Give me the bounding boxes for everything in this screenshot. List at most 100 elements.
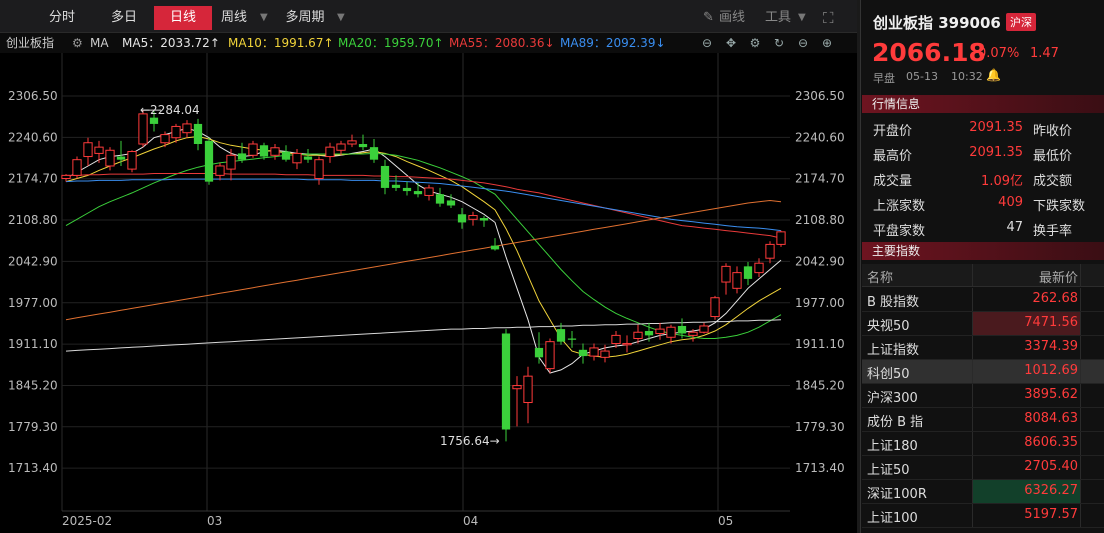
candle-body bbox=[193, 123, 203, 145]
candle-body bbox=[391, 184, 401, 188]
ma5-value: MA5：2033.72↑ bbox=[122, 36, 220, 50]
candle-body bbox=[534, 347, 544, 358]
x-tick-label: 04 bbox=[463, 514, 478, 528]
quote-value: 2091.35 bbox=[969, 120, 1023, 135]
candle-body bbox=[710, 297, 720, 318]
candle-body bbox=[677, 325, 687, 334]
tools-caret-icon[interactable]: ▼ bbox=[798, 6, 806, 30]
index-row[interactable]: 上证100 5197.57 bbox=[862, 504, 1104, 528]
candle-body bbox=[699, 325, 709, 333]
y-tick-label-right: 1779.30 bbox=[795, 420, 845, 434]
quote-value: 2091.35 bbox=[969, 145, 1023, 160]
pencil-icon[interactable]: ✎ bbox=[703, 6, 714, 30]
index-price: 8084.63 bbox=[1024, 411, 1078, 426]
settings-icon[interactable]: ⚙ bbox=[748, 36, 762, 50]
index-row[interactable]: 央视50 7471.56 bbox=[862, 312, 1104, 336]
index-name: 成份 B 指 bbox=[867, 415, 924, 430]
index-title: 创业板指 399006 bbox=[873, 14, 1001, 32]
quote-value: 1.09亿 bbox=[981, 174, 1023, 189]
index-table-header: 名称 最新价 bbox=[862, 264, 1104, 287]
candle-body bbox=[281, 151, 291, 160]
index-row[interactable]: 上证50 2705.40 bbox=[862, 456, 1104, 480]
session-label: 早盘 bbox=[873, 72, 895, 85]
ma10-value: MA10：1991.67↑ bbox=[228, 36, 334, 50]
tab-multi-day[interactable]: 多日 bbox=[96, 6, 152, 30]
quote-time: 10:32 bbox=[951, 70, 983, 83]
candle-body bbox=[171, 125, 181, 139]
candle-body bbox=[765, 243, 775, 259]
index-row[interactable]: 成份 B 指 8084.63 bbox=[862, 408, 1104, 432]
multi-period-caret-icon[interactable]: ▼ bbox=[337, 6, 345, 30]
quote-label: 换手率 bbox=[1033, 224, 1073, 239]
candle-body bbox=[776, 231, 786, 245]
candle-body bbox=[556, 329, 566, 342]
quote-date: 05-13 bbox=[906, 70, 938, 83]
y-tick-label-left: 1713.40 bbox=[8, 461, 58, 475]
candle-body bbox=[204, 140, 214, 182]
main-index-header: 主要指数 bbox=[862, 242, 1104, 260]
y-tick-label-right: 2174.70 bbox=[795, 172, 845, 186]
index-price: 1012.69 bbox=[1024, 363, 1078, 378]
index-row[interactable]: 深证100R 6326.27 bbox=[862, 480, 1104, 504]
ma20-value: MA20：1959.70↑ bbox=[338, 36, 444, 50]
candle-body bbox=[446, 200, 456, 206]
index-row[interactable]: 科创50 1012.69 bbox=[862, 360, 1104, 384]
index-price: 2705.40 bbox=[1024, 459, 1078, 474]
candle-body bbox=[72, 159, 82, 176]
candle-body bbox=[127, 151, 137, 170]
candle-body bbox=[732, 272, 742, 289]
candle-body bbox=[237, 153, 247, 160]
candle-body bbox=[589, 347, 599, 357]
draw-line-button[interactable]: 画线 bbox=[719, 6, 745, 30]
candle-body bbox=[325, 146, 335, 158]
gear-small-icon[interactable]: ⚙ bbox=[72, 33, 83, 53]
y-tick-label-right: 2306.50 bbox=[795, 89, 845, 103]
y-tick-label-right: 1911.10 bbox=[795, 337, 845, 351]
y-tick-label-left: 1845.20 bbox=[8, 378, 58, 392]
tab-weekly[interactable]: 周线 bbox=[214, 6, 254, 30]
index-row[interactable]: B 股指数 262.68 bbox=[862, 288, 1104, 312]
tools-button[interactable]: 工具 bbox=[765, 6, 791, 30]
zoom-out-icon[interactable]: ⊖ bbox=[796, 36, 810, 50]
index-row[interactable]: 上证180 8606.35 bbox=[862, 432, 1104, 456]
candle-body bbox=[182, 123, 192, 134]
candle-body bbox=[666, 326, 676, 338]
index-price: 6326.27 bbox=[1024, 483, 1078, 498]
tab-intraday[interactable]: 分时 bbox=[36, 6, 88, 30]
candle-body bbox=[248, 143, 258, 156]
tab-multi-period[interactable]: 多周期 bbox=[278, 6, 332, 30]
candle-body bbox=[523, 375, 533, 404]
index-row[interactable]: 上证指数 3374.39 bbox=[862, 336, 1104, 360]
chart-panel: 分时 多日 日线 周线 ▼ 多周期 ▼ ✎ 画线 工具 ▼ ⛶ 创业板指 ⚙ M… bbox=[0, 0, 857, 533]
index-row[interactable]: 沪深300 3895.62 bbox=[862, 384, 1104, 408]
refresh-icon[interactable]: ↻ bbox=[772, 36, 786, 50]
candle-body bbox=[314, 159, 324, 180]
candle-body bbox=[600, 350, 610, 358]
tab-daily[interactable]: 日线 bbox=[154, 6, 212, 30]
move-icon[interactable]: ✥ bbox=[724, 36, 738, 50]
candle-body bbox=[116, 156, 126, 160]
candle-body bbox=[479, 218, 489, 221]
y-tick-label-left: 1779.30 bbox=[8, 420, 58, 434]
candle-body bbox=[149, 117, 159, 124]
index-name: 上证180 bbox=[867, 439, 918, 454]
index-name: 沪深300 bbox=[867, 391, 918, 406]
market-badge: 沪深 bbox=[1006, 13, 1036, 31]
bell-icon[interactable]: 🔔 bbox=[986, 68, 1001, 82]
zoom-in-icon[interactable]: ⊕ bbox=[820, 36, 834, 50]
candle-body bbox=[270, 147, 280, 156]
kline-chart[interactable]: 2306.50 2306.50 2240.60 2240.60 2174.70 2174.… bbox=[0, 53, 857, 533]
col-name: 名称 bbox=[867, 271, 894, 286]
candle-body bbox=[303, 156, 313, 160]
candle-body bbox=[468, 215, 478, 220]
candle-body bbox=[380, 165, 390, 188]
candle-body bbox=[490, 245, 500, 250]
y-tick-label-left: 2042.90 bbox=[8, 254, 58, 268]
index-price: 7471.56 bbox=[1024, 315, 1078, 330]
collapse-icon[interactable]: ⊖ bbox=[700, 36, 714, 50]
weekly-caret-icon[interactable]: ▼ bbox=[260, 6, 268, 30]
candle-body bbox=[578, 349, 588, 357]
candle-body bbox=[215, 165, 225, 176]
fullscreen-icon[interactable]: ⛶ bbox=[823, 6, 834, 30]
index-name: 上证指数 bbox=[867, 343, 920, 358]
